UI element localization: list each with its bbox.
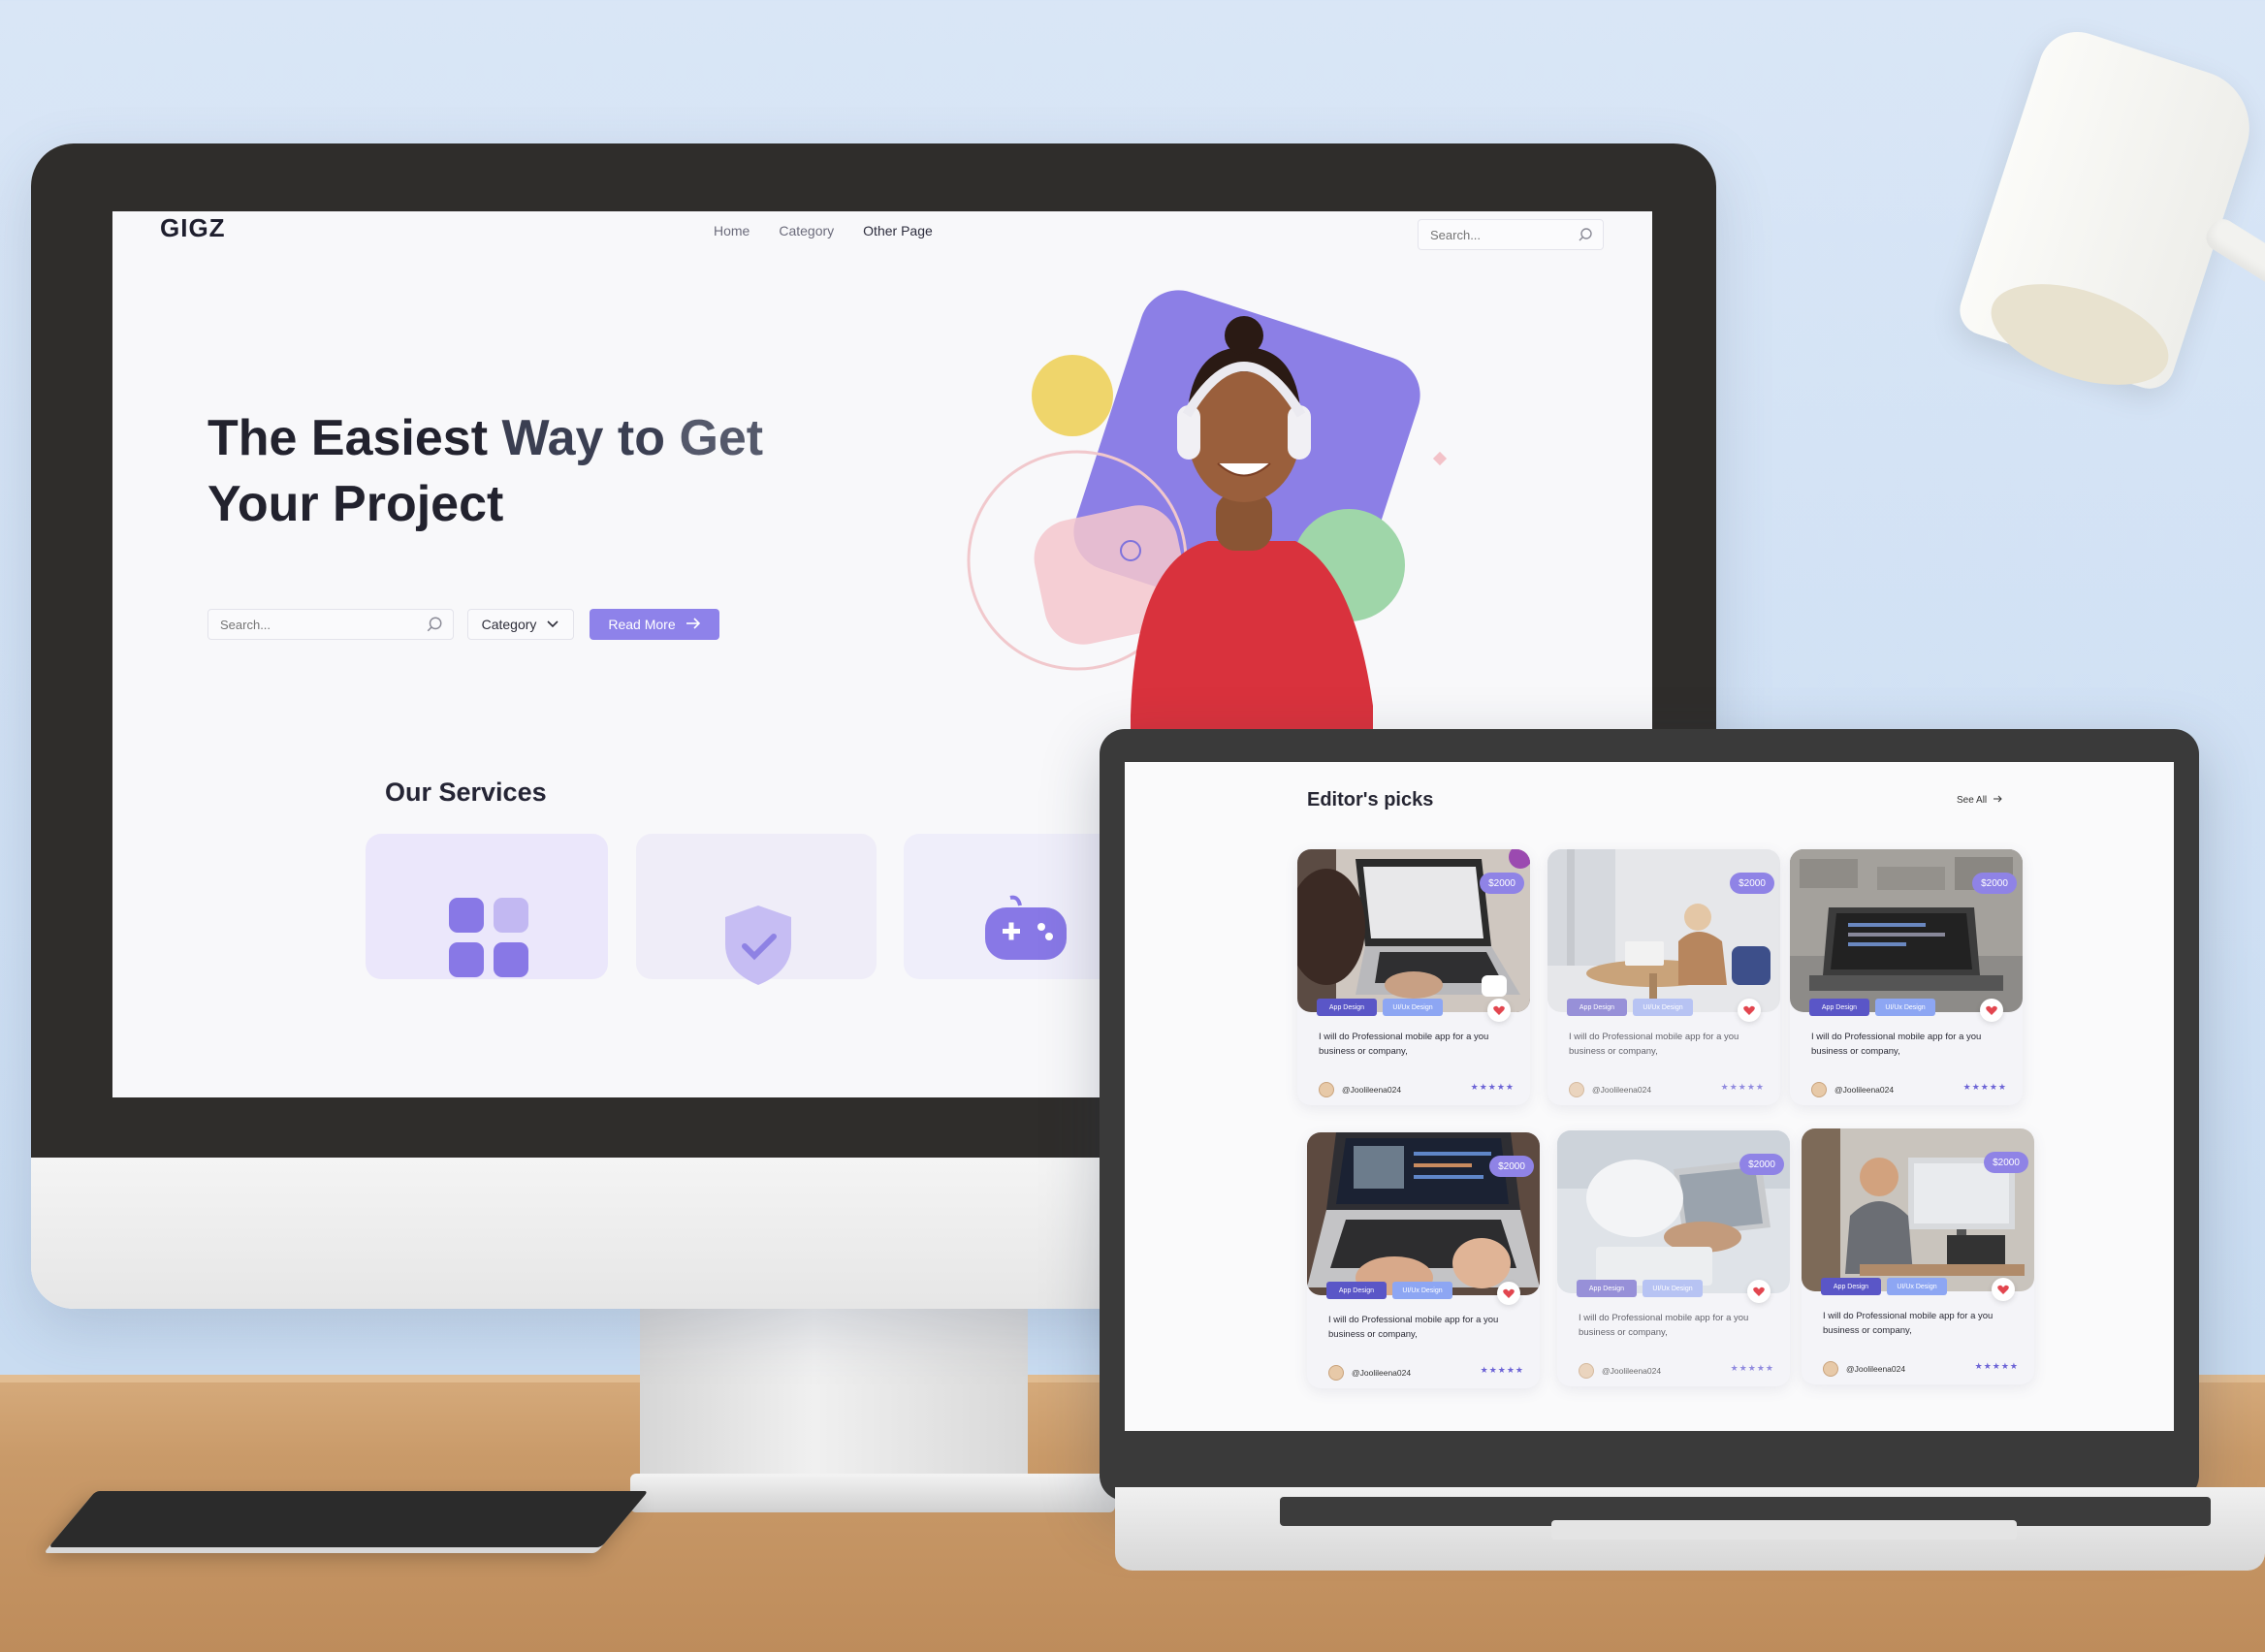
service-card-apps[interactable] (366, 834, 608, 979)
heart-icon[interactable] (1487, 999, 1511, 1022)
site-logo[interactable]: GIGZ (160, 213, 226, 243)
search-icon[interactable] (426, 616, 443, 638)
heart-icon[interactable] (1747, 1280, 1771, 1303)
main-nav: Home Category Other Page (714, 223, 933, 238)
avatar (1579, 1363, 1594, 1379)
category-dropdown-value: Category (481, 617, 537, 632)
star-rating: ★★★★★ (1470, 1082, 1515, 1092)
tag-app-design[interactable]: App Design (1326, 1282, 1387, 1299)
gig-description: I will do Professional mobile app for a … (1328, 1315, 1499, 1340)
monitor-stand-neck (640, 1307, 1028, 1501)
gig-description: I will do Professional mobile app for a … (1579, 1313, 1749, 1338)
star-rating: ★★★★★ (1480, 1365, 1524, 1375)
hero-title-line-2: Your Project (207, 476, 504, 532)
monitor-stand-base (630, 1474, 1115, 1512)
hero-title-part-1: The Easiest (207, 410, 502, 466)
see-all-link[interactable]: See All (1957, 795, 2002, 806)
heart-icon[interactable] (1738, 999, 1761, 1022)
price-badge: $2000 (1739, 1154, 1784, 1175)
price-badge: $2000 (1730, 873, 1774, 894)
seller-handle: @Joolileena024 (1846, 1364, 1906, 1374)
tag-ui-ux-design[interactable]: UI/Ux Design (1633, 999, 1693, 1016)
laptop-screen: Editor's picks See All $2000 App Design (1125, 762, 2174, 1431)
seller-handle: @Joolileena024 (1352, 1368, 1412, 1378)
hero-illustration (966, 250, 1509, 774)
price-badge: $2000 (1489, 1156, 1534, 1177)
hero-search-input[interactable] (218, 617, 416, 633)
chevron-down-icon (546, 617, 559, 632)
grid-icon (445, 894, 532, 986)
gig-card[interactable]: $2000 App Design UI/Ux Design I will do … (1297, 849, 1530, 1105)
gig-description: I will do Professional mobile app for a … (1569, 1032, 1739, 1057)
gig-card[interactable]: $2000 App Design UI/Ux Design I will do … (1307, 1132, 1540, 1388)
shield-check-icon (719, 902, 797, 994)
avatar (1823, 1361, 1838, 1377)
lamp-arm (2201, 213, 2265, 304)
tag-app-design[interactable]: App Design (1567, 999, 1627, 1016)
tag-ui-ux-design[interactable]: UI/Ux Design (1875, 999, 1935, 1016)
star-rating: ★★★★★ (1962, 1082, 2007, 1092)
gig-seller[interactable]: @Joolileena024 (1811, 1082, 1894, 1097)
price-badge: $2000 (1972, 873, 2017, 894)
seller-handle: @Joolileena024 (1602, 1366, 1662, 1376)
tag-app-design[interactable]: App Design (1821, 1278, 1881, 1295)
header-search-input[interactable] (1428, 227, 1578, 243)
service-card-security[interactable] (636, 834, 877, 985)
gig-seller[interactable]: @Joolileena024 (1319, 1082, 1401, 1097)
tag-ui-ux-design[interactable]: UI/Ux Design (1392, 1282, 1452, 1299)
header-search (1418, 219, 1604, 250)
notebook (48, 1491, 649, 1547)
editors-picks-title: Editor's picks (1307, 789, 1434, 810)
nav-other-page[interactable]: Other Page (863, 223, 933, 238)
gig-description: I will do Professional mobile app for a … (1811, 1032, 1982, 1057)
gig-description: I will do Professional mobile app for a … (1823, 1311, 1994, 1336)
heart-icon[interactable] (1980, 999, 2003, 1022)
heart-icon[interactable] (1497, 1282, 1520, 1305)
arrow-right-icon (686, 617, 701, 632)
price-badge: $2000 (1984, 1152, 2028, 1173)
gig-seller[interactable]: @Joolileena024 (1823, 1361, 1905, 1377)
price-badge: $2000 (1480, 873, 1524, 894)
nav-category[interactable]: Category (779, 223, 834, 238)
gig-card[interactable]: $2000 App Design UI/Ux Design I will do … (1547, 849, 1780, 1105)
seller-handle: @Joolileena024 (1342, 1085, 1402, 1095)
see-all-label: See All (1957, 795, 1988, 806)
gig-card[interactable]: $2000 App Design UI/Ux Design I will do … (1802, 1128, 2034, 1384)
gamepad-icon (981, 894, 1069, 967)
star-rating: ★★★★★ (1974, 1361, 2019, 1371)
tag-ui-ux-design[interactable]: UI/Ux Design (1383, 999, 1443, 1016)
hero-title-part-2: Way to (501, 410, 680, 466)
read-more-label: Read More (608, 617, 676, 632)
seller-handle: @Joolileena024 (1834, 1085, 1895, 1095)
services-title: Our Services (385, 778, 547, 807)
gig-seller[interactable]: @Joolileena024 (1579, 1363, 1661, 1379)
avatar (1328, 1365, 1344, 1381)
tag-ui-ux-design[interactable]: UI/Ux Design (1887, 1278, 1947, 1295)
tag-app-design[interactable]: App Design (1809, 999, 1869, 1016)
tag-app-design[interactable]: App Design (1317, 999, 1377, 1016)
gig-seller[interactable]: @Joolileena024 (1569, 1082, 1651, 1097)
gig-description: I will do Professional mobile app for a … (1319, 1032, 1489, 1057)
category-dropdown[interactable]: Category (467, 609, 574, 640)
hero-search (207, 609, 454, 640)
avatar (1569, 1082, 1584, 1097)
tag-ui-ux-design[interactable]: UI/Ux Design (1643, 1280, 1703, 1297)
search-icon[interactable] (1578, 227, 1593, 247)
gig-card[interactable]: $2000 App Design UI/Ux Design I will do … (1557, 1130, 1790, 1386)
read-more-button[interactable]: Read More (590, 609, 719, 640)
gig-seller[interactable]: @Joolileena024 (1328, 1365, 1411, 1381)
star-rating: ★★★★★ (1720, 1082, 1765, 1092)
avatar (1811, 1082, 1827, 1097)
gig-card[interactable]: $2000 App Design UI/Ux Design I will do … (1790, 849, 2023, 1105)
arrow-right-icon (1993, 795, 2002, 806)
heart-icon[interactable] (1992, 1278, 2015, 1301)
avatar (1319, 1082, 1334, 1097)
hero-title-part-3: Get (679, 410, 764, 466)
laptop-trackpad (1551, 1520, 2017, 1540)
star-rating: ★★★★★ (1730, 1363, 1774, 1373)
hero-title: The Easiest Way to Get Your Project (207, 405, 886, 537)
seller-handle: @Joolileena024 (1592, 1085, 1652, 1095)
nav-home[interactable]: Home (714, 223, 750, 238)
tag-app-design[interactable]: App Design (1577, 1280, 1637, 1297)
